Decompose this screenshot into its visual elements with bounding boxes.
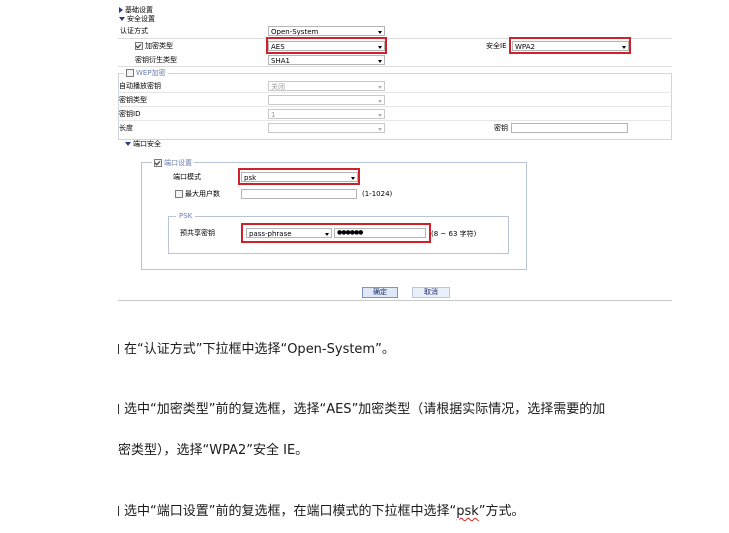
expand-arrow-icon (119, 7, 123, 13)
row-divider (118, 92, 672, 93)
dropdown-arrow-icon (378, 100, 382, 103)
cancel-button[interactable]: 取消 (412, 287, 450, 298)
auth-mode-select[interactable]: Open-System (268, 26, 385, 36)
basic-settings-toggle[interactable]: 基础设置 (119, 6, 153, 15)
instruction-step-3: 选中“端口设置”前的复选框，在端口模式的下拉框中选择“psk”方式。 (118, 504, 525, 520)
footer-divider (118, 300, 672, 301)
preshared-key-label: 预共享密钥 (180, 229, 215, 237)
max-users-input[interactable] (241, 189, 357, 199)
port-mode-label: 端口模式 (173, 173, 201, 181)
port-settings-checkbox[interactable] (154, 159, 162, 167)
wep-checkbox-row[interactable]: WEP加密 (124, 69, 168, 78)
list-bullet (118, 404, 119, 414)
key-id-label: 密钥ID (119, 110, 141, 118)
dropdown-arrow-icon (378, 86, 382, 89)
length-label: 长度 (119, 124, 133, 132)
max-users-hint: (1-1024) (362, 190, 393, 198)
port-security-toggle[interactable]: 端口安全 (125, 140, 161, 149)
dropdown-arrow-icon (378, 60, 382, 63)
instruction-step-1: 在“认证方式”下拉框中选择“Open-System”。 (118, 342, 395, 358)
wep-key-input[interactable] (511, 123, 628, 133)
encryption-type-checkbox[interactable] (135, 42, 143, 50)
highlight-box (266, 37, 387, 54)
dropdown-arrow-icon (378, 31, 382, 34)
ok-button[interactable]: 确定 (362, 287, 398, 298)
collapse-arrow-icon (125, 142, 131, 146)
highlight-box (241, 223, 431, 243)
wep-key-label: 密钥 (494, 124, 508, 132)
dropdown-arrow-icon (378, 114, 382, 117)
key-derivation-select[interactable]: SHA1 (268, 55, 385, 65)
list-bullet (118, 506, 119, 516)
collapse-arrow-icon (119, 17, 125, 21)
auth-mode-label: 认证方式 (120, 27, 148, 35)
port-settings-checkbox-row[interactable]: 端口设置 (152, 159, 194, 168)
encryption-type-checkbox-row[interactable]: 加密类型 (135, 42, 173, 51)
key-derivation-label: 密钥衍生类型 (135, 56, 177, 64)
security-settings-toggle[interactable]: 安全设置 (119, 15, 155, 24)
instruction-step-2-continued: 密类型），选择“WPA2”安全 IE。 (118, 443, 309, 458)
instruction-step-2: 选中“加密类型”前的复选框，选择“AES”加密类型（请根据实际情况，选择需要的加 (118, 402, 605, 418)
key-type-select[interactable] (268, 95, 385, 105)
max-users-checkbox[interactable] (175, 190, 183, 198)
highlight-box (238, 168, 360, 185)
wep-checkbox[interactable] (126, 69, 134, 77)
key-type-label: 密钥类型 (119, 96, 147, 104)
row-divider (118, 106, 672, 107)
auto-key-label: 自动播放密钥 (119, 82, 161, 90)
key-id-select[interactable]: 1 (268, 109, 385, 119)
row-divider (118, 66, 672, 67)
psk-legend: PSK (176, 212, 196, 221)
auto-key-select[interactable]: 关闭 (268, 81, 385, 91)
max-users-checkbox-row[interactable]: 最大用户数 (175, 190, 220, 199)
highlight-box (509, 37, 631, 54)
dropdown-arrow-icon (378, 128, 382, 131)
preshared-key-hint: (8 ~ 63 字符) (431, 230, 477, 238)
list-bullet (118, 344, 119, 354)
length-select[interactable] (268, 123, 385, 133)
row-divider (118, 120, 672, 121)
security-ie-label: 安全IE (486, 42, 507, 50)
